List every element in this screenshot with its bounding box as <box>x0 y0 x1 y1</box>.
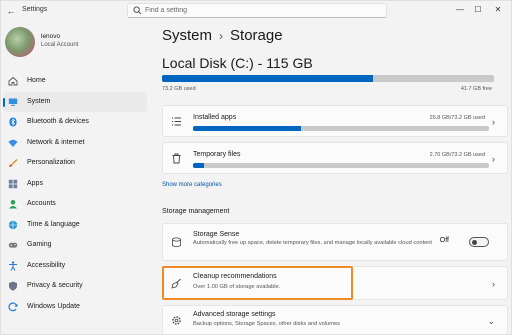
sidebar-item-label: Accounts <box>27 200 56 207</box>
sidebar-item-accounts[interactable]: Accounts <box>3 194 147 215</box>
disk-used-label: 73.2 GB used <box>162 86 196 92</box>
advanced-storage-description: Backup options, Storage Spaces, other di… <box>193 321 341 327</box>
app-title: Settings <box>22 6 48 13</box>
search-box[interactable] <box>127 3 387 18</box>
show-more-categories-link[interactable]: Show more categories <box>162 182 222 188</box>
category-usage-bar <box>193 163 489 168</box>
section-title-storage-management: Storage management <box>162 208 230 215</box>
storage-sense-toggle[interactable] <box>469 237 489 247</box>
sidebar-item-label: Personalization <box>27 159 75 166</box>
sidebar-item-privacy[interactable]: Privacy & security <box>3 276 147 297</box>
globe-icon <box>8 220 18 229</box>
advanced-storage-settings-card[interactable]: Advanced storage settings Backup options… <box>162 305 508 335</box>
accessibility-icon <box>9 260 17 271</box>
category-usage-fill <box>193 126 302 131</box>
disk-usage-fill <box>162 75 374 82</box>
sidebar-item-personalization[interactable]: Personalization <box>3 153 147 174</box>
sidebar-item-label: Bluetooth & devices <box>27 118 89 125</box>
category-temporary-files[interactable]: Temporary files 2.70 GB/73.2 GB used › <box>162 142 508 174</box>
category-usage-fill <box>193 163 204 168</box>
update-icon <box>8 301 18 311</box>
category-usage-bar <box>193 126 489 131</box>
trash-icon <box>172 153 181 164</box>
shield-icon <box>9 281 17 291</box>
sidebar-item-label: Apps <box>27 179 43 187</box>
sidebar-nav: Home System Bluetooth & devices Network … <box>3 71 147 317</box>
gamepad-icon <box>8 242 18 248</box>
sidebar-item-label: Privacy & security <box>27 282 83 289</box>
profile-account-type: Local Account <box>41 42 79 48</box>
home-icon <box>8 76 18 86</box>
breadcrumb-current: Storage <box>230 27 283 44</box>
sidebar-item-bluetooth[interactable]: Bluetooth & devices <box>3 112 147 133</box>
chevron-right-icon: › <box>492 117 495 127</box>
sidebar-item-windows-update[interactable]: Windows Update <box>3 297 147 318</box>
category-installed-apps[interactable]: Installed apps 26.8 GB/73.2 GB used › <box>162 105 508 137</box>
sidebar-item-accessibility[interactable]: Accessibility <box>3 256 147 277</box>
close-button[interactable]: ✕ <box>491 3 505 17</box>
category-title: Installed apps <box>193 114 237 121</box>
sidebar-item-time-language[interactable]: Time & language <box>3 215 147 236</box>
profile-name: lenovo <box>41 33 61 40</box>
sidebar-item-label: Network & internet <box>27 138 85 146</box>
disk-usage-bar <box>162 75 494 82</box>
sidebar-item-label: System <box>27 97 51 105</box>
sidebar-item-network[interactable]: Network & internet <box>3 133 147 154</box>
brush-icon <box>9 159 18 167</box>
search-input[interactable] <box>145 5 375 16</box>
storage-drive-icon <box>172 237 181 248</box>
storage-sense-card[interactable]: Storage Sense Automatically free up spac… <box>162 223 508 261</box>
title-bar: ← Settings — ☐ ✕ <box>1 1 512 21</box>
sidebar-item-gaming[interactable]: Gaming <box>3 235 147 256</box>
storage-sense-title: Storage Sense <box>193 231 240 238</box>
account-icon <box>9 200 17 209</box>
system-icon <box>8 98 18 106</box>
category-usage: 2.70 GB/73.2 GB used <box>429 152 485 158</box>
apps-icon <box>8 179 18 188</box>
sidebar-item-label: Time & language <box>27 220 80 228</box>
bluetooth-icon <box>9 117 17 127</box>
avatar <box>5 27 35 57</box>
sidebar-item-system[interactable]: System <box>3 91 147 112</box>
maximize-button[interactable]: ☐ <box>471 3 485 17</box>
chevron-right-icon: › <box>492 154 495 164</box>
storage-sense-description: Automatically free up space, delete temp… <box>193 240 433 246</box>
wifi-icon <box>8 139 18 147</box>
sidebar-item-home[interactable]: Home <box>3 71 147 92</box>
storage-sense-toggle-label: Off <box>439 237 449 244</box>
sidebar-item-label: Windows Update <box>27 302 80 310</box>
breadcrumb: System › Storage <box>162 27 283 44</box>
gear-icon <box>172 316 181 325</box>
category-usage: 26.8 GB/73.2 GB used <box>429 115 485 121</box>
breadcrumb-parent[interactable]: System <box>162 27 212 44</box>
advanced-storage-title: Advanced storage settings <box>193 311 276 318</box>
back-arrow-icon[interactable]: ← <box>5 5 17 17</box>
category-title: Temporary files <box>193 151 241 158</box>
sidebar-item-label: Home <box>27 77 46 84</box>
sidebar-item-label: Accessibility <box>27 261 66 269</box>
settings-window: ← Settings — ☐ ✕ lenovo Local Account Ho… <box>0 0 512 335</box>
disk-free-label: 41.7 GB free <box>460 86 492 92</box>
chevron-down-icon: ⌄ <box>487 316 495 326</box>
highlight-box <box>162 266 353 300</box>
toggle-knob <box>472 240 477 245</box>
minimize-button[interactable]: — <box>453 3 467 17</box>
sidebar-item-label: Gaming <box>27 241 52 248</box>
chevron-right-icon: › <box>492 279 495 289</box>
list-icon <box>172 117 181 126</box>
chevron-right-icon: › <box>219 29 224 43</box>
search-icon <box>133 6 142 15</box>
disk-title: Local Disk (C:) - 115 GB <box>162 55 313 71</box>
sidebar-item-apps[interactable]: Apps <box>3 174 147 195</box>
